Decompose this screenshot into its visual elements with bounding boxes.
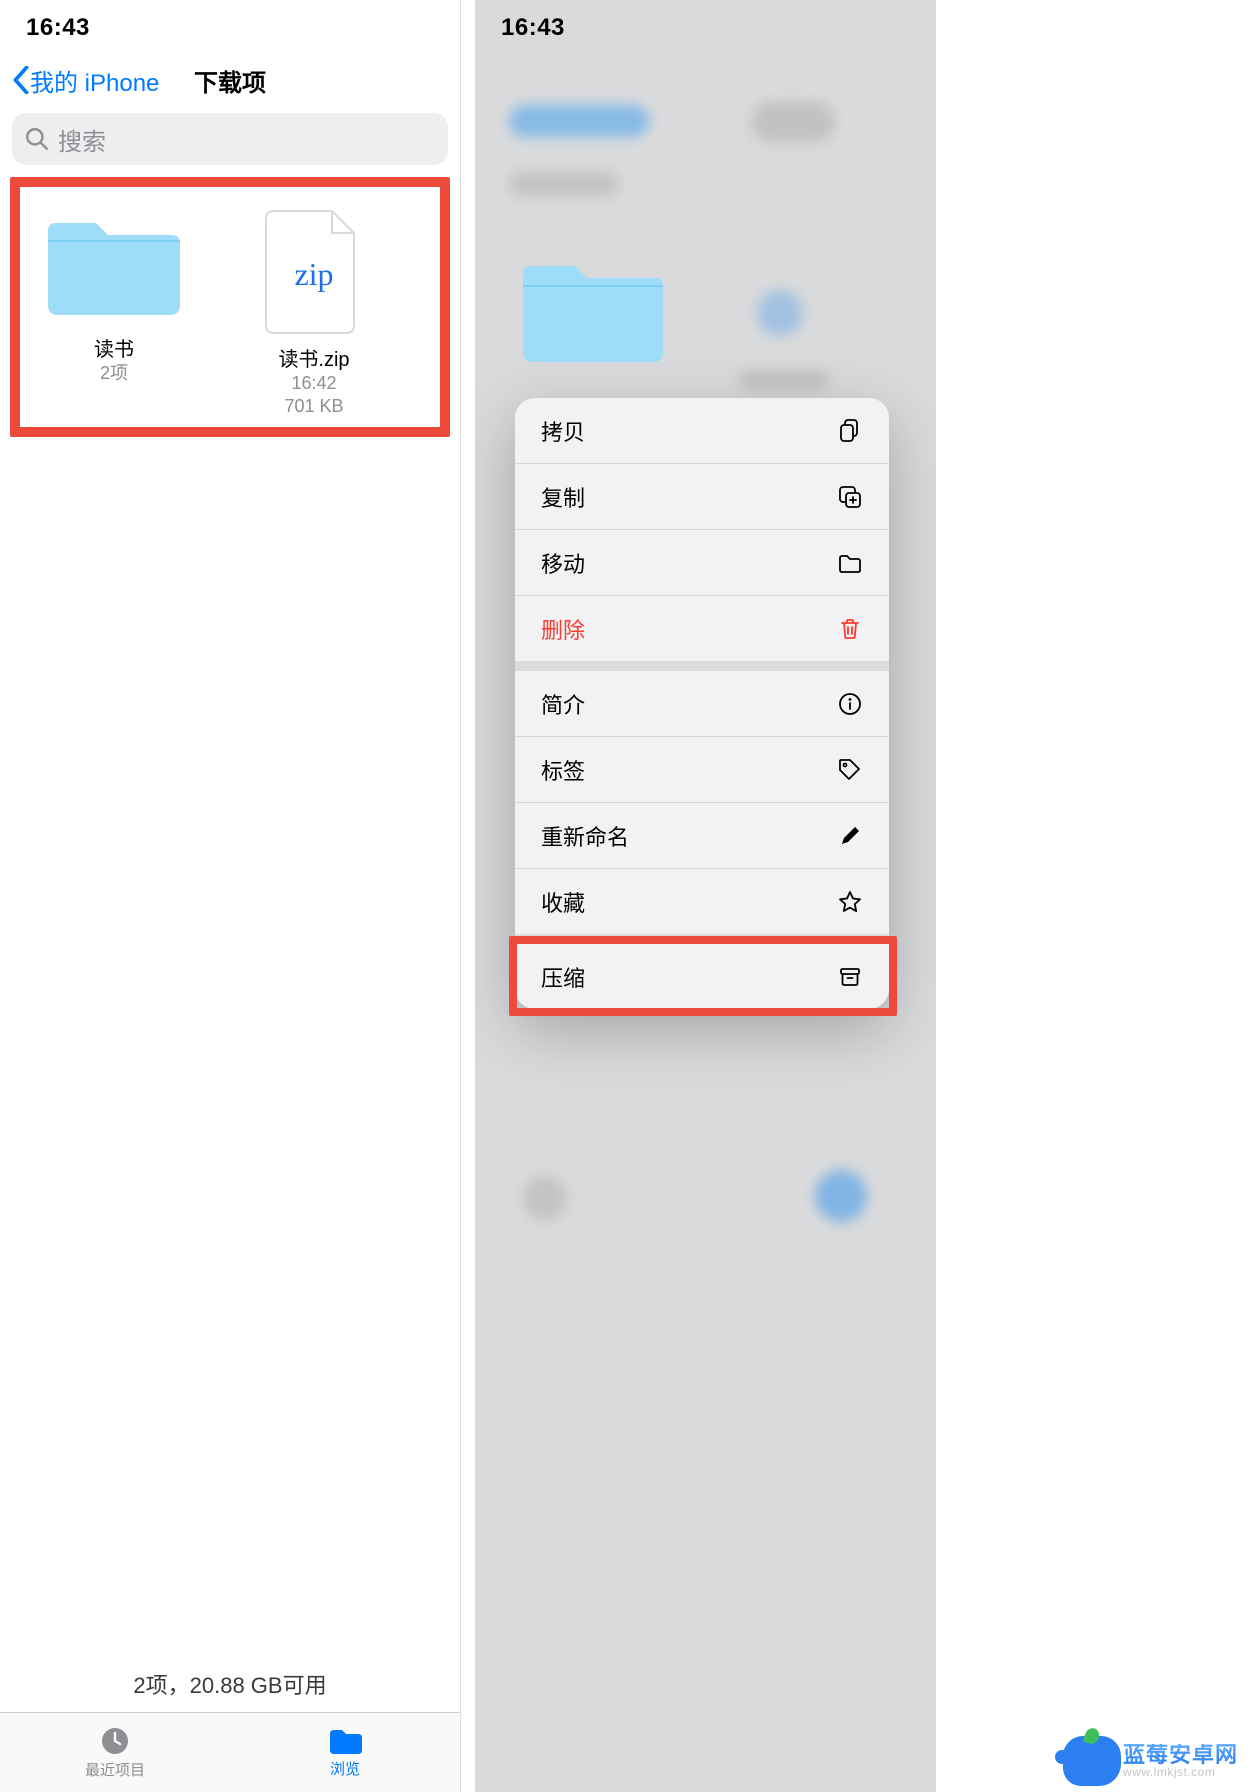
blurred-element [757, 290, 803, 336]
blurred-element [751, 102, 835, 142]
menu-item-star[interactable]: 收藏 [515, 869, 889, 934]
svg-text:zip: zip [294, 256, 333, 292]
blurred-element [815, 1170, 867, 1222]
storage-footer: 2项，20.88 GB可用 [0, 1668, 460, 1712]
watermark: 蓝莓安卓网 www.lmkjst.com [1063, 1736, 1238, 1786]
menu-separator [515, 934, 889, 944]
copy-docs-icon [837, 418, 863, 444]
tab-label: 浏览 [330, 1758, 360, 1779]
menu-item-label: 收藏 [541, 886, 585, 918]
duplicate-icon [837, 484, 863, 510]
nav-bar: 我的 iPhone 下载项 [0, 55, 460, 105]
menu-item-label: 移动 [541, 547, 585, 579]
tag-icon [837, 757, 863, 783]
menu-item-label: 重新命名 [541, 820, 629, 852]
back-button[interactable]: 我的 iPhone [12, 63, 159, 98]
info-icon [837, 691, 863, 717]
menu-item-label: 拷贝 [541, 415, 585, 447]
menu-item-archive[interactable]: 压缩 [515, 944, 889, 1009]
menu-item-label: 删除 [541, 613, 585, 645]
search-icon [24, 126, 50, 152]
watermark-logo [1063, 1736, 1121, 1786]
folder-item[interactable]: 读书 2项 [14, 207, 214, 417]
context-menu-screen: 16:43 拷贝复制移动删除简介标签重新命名收藏压缩 [475, 0, 936, 1792]
archive-icon [837, 964, 863, 990]
tab-browse[interactable]: 浏览 [230, 1713, 460, 1792]
tab-recent[interactable]: 最近项目 [0, 1713, 230, 1792]
menu-item-copy-docs[interactable]: 拷贝 [515, 398, 889, 463]
search-placeholder: 搜索 [58, 122, 106, 157]
watermark-title: 蓝莓安卓网 [1123, 1744, 1238, 1766]
zip-file-icon: zip [262, 207, 366, 337]
clock-icon [99, 1725, 131, 1757]
file-grid-area: 读书 2项 zip 读书.zip 16:42 701 KB [0, 177, 460, 1668]
status-time: 16:43 [501, 14, 565, 42]
status-bar: 16:43 [475, 0, 936, 55]
pane-divider [461, 0, 475, 1792]
menu-item-folder[interactable]: 移动 [515, 530, 889, 595]
file-name: 读书.zip [278, 343, 349, 372]
folder-icon [327, 1726, 363, 1756]
trash-icon [837, 616, 863, 642]
tab-bar: 最近项目 浏览 [0, 1712, 460, 1792]
files-app-screen: 16:43 我的 iPhone 下载项 搜索 读书 2项 [0, 0, 461, 1792]
watermark-sub: www.lmkjst.com [1123, 1766, 1238, 1778]
folder-icon [40, 207, 188, 321]
file-size: 701 KB [284, 395, 343, 418]
blurred-element [509, 172, 619, 196]
star-icon [837, 889, 863, 915]
status-time: 16:43 [26, 14, 90, 42]
blurred-element [523, 1176, 567, 1220]
status-bar: 16:43 [0, 0, 460, 55]
zip-file-item[interactable]: zip 读书.zip 16:42 701 KB [214, 207, 414, 417]
blurred-element [739, 370, 829, 390]
selected-folder-icon[interactable] [515, 250, 671, 370]
back-label: 我的 iPhone [30, 63, 159, 98]
menu-item-trash[interactable]: 删除 [515, 596, 889, 661]
menu-separator [515, 661, 889, 671]
file-sub: 2项 [100, 362, 128, 385]
folder-icon [837, 550, 863, 576]
menu-item-label: 压缩 [541, 961, 585, 993]
chevron-left-icon [12, 66, 30, 94]
context-menu: 拷贝复制移动删除简介标签重新命名收藏压缩 [515, 398, 889, 1009]
menu-item-label: 简介 [541, 688, 585, 720]
menu-item-pencil[interactable]: 重新命名 [515, 803, 889, 868]
menu-item-label: 复制 [541, 481, 585, 513]
tab-label: 最近项目 [85, 1759, 145, 1780]
search-input[interactable]: 搜索 [12, 113, 448, 165]
menu-item-label: 标签 [541, 754, 585, 786]
pencil-icon [837, 823, 863, 849]
menu-item-duplicate[interactable]: 复制 [515, 464, 889, 529]
blurred-element [509, 105, 649, 137]
menu-item-tag[interactable]: 标签 [515, 737, 889, 802]
file-time: 16:42 [291, 372, 336, 395]
menu-item-info[interactable]: 简介 [515, 671, 889, 736]
file-name: 读书 [94, 333, 134, 362]
